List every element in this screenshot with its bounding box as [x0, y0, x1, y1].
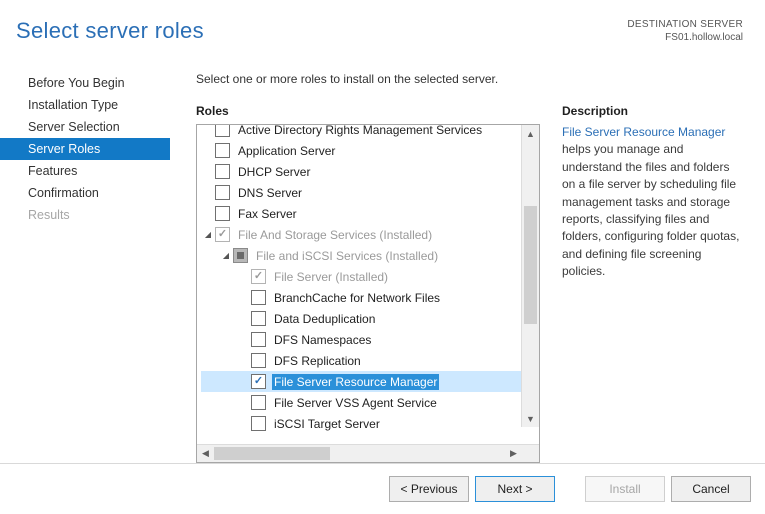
role-item[interactable]: iSCSI Target Server [201, 413, 539, 434]
role-checkbox[interactable] [233, 248, 248, 263]
wizard-nav: Before You BeginInstallation TypeServer … [0, 72, 170, 463]
next-button[interactable]: Next > [475, 476, 555, 502]
nav-item-results: Results [0, 204, 170, 226]
nav-item-server-selection[interactable]: Server Selection [0, 116, 170, 138]
role-item[interactable]: Active Directory Rights Management Servi… [201, 125, 539, 140]
role-checkbox[interactable] [215, 164, 230, 179]
vertical-scroll-thumb[interactable] [524, 206, 537, 324]
role-label[interactable]: DNS Server [236, 185, 304, 201]
cancel-button[interactable]: Cancel [671, 476, 751, 502]
role-item[interactable]: ◢ File and iSCSI Services (Installed) [201, 245, 539, 266]
wizard-footer: < Previous Next > Install Cancel [0, 463, 765, 514]
roles-tree[interactable]: Active Directory Rights Management Servi… [196, 124, 540, 463]
nav-item-features[interactable]: Features [0, 160, 170, 182]
role-item[interactable]: Data Deduplication [201, 308, 539, 329]
destination-server: DESTINATION SERVER FS01.hollow.local [627, 18, 743, 44]
role-checkbox[interactable] [215, 206, 230, 221]
intro-text: Select one or more roles to install on t… [196, 72, 745, 86]
collapse-toggle-icon[interactable]: ◢ [201, 230, 215, 239]
role-label[interactable]: File Server (Installed) [272, 269, 390, 285]
role-checkbox[interactable] [251, 416, 266, 431]
role-item[interactable]: DHCP Server [201, 161, 539, 182]
role-label[interactable]: Fax Server [236, 206, 299, 222]
destination-server-value: FS01.hollow.local [627, 31, 743, 44]
role-item[interactable]: DFS Replication [201, 350, 539, 371]
role-item[interactable]: File Server VSS Agent Service [201, 392, 539, 413]
role-label[interactable]: DFS Replication [272, 353, 363, 369]
description-link: File Server Resource Manager [562, 125, 725, 139]
role-label[interactable]: Active Directory Rights Management Servi… [236, 125, 484, 138]
destination-server-label: DESTINATION SERVER [627, 18, 743, 31]
role-item[interactable]: Fax Server [201, 203, 539, 224]
role-checkbox[interactable] [251, 395, 266, 410]
scroll-right-button[interactable]: ▶ [505, 445, 522, 462]
description-header: Description [562, 104, 745, 118]
role-label[interactable]: DHCP Server [236, 164, 312, 180]
horizontal-scroll-thumb[interactable] [214, 447, 330, 460]
role-checkbox[interactable] [215, 185, 230, 200]
role-checkbox[interactable] [251, 332, 266, 347]
nav-item-server-roles[interactable]: Server Roles [0, 138, 170, 160]
role-checkbox[interactable] [215, 143, 230, 158]
role-checkbox [215, 227, 230, 242]
role-item[interactable]: DFS Namespaces [201, 329, 539, 350]
role-checkbox[interactable] [251, 353, 266, 368]
horizontal-scrollbar[interactable]: ◀ ▶ [197, 444, 539, 462]
role-label[interactable]: DFS Namespaces [272, 332, 373, 348]
nav-item-before-you-begin[interactable]: Before You Begin [0, 72, 170, 94]
role-label[interactable]: File Server Resource Manager [272, 374, 439, 390]
role-label[interactable]: Application Server [236, 143, 337, 159]
role-item[interactable]: BranchCache for Network Files [201, 287, 539, 308]
role-checkbox[interactable] [251, 374, 266, 389]
role-item[interactable]: DNS Server [201, 182, 539, 203]
role-checkbox[interactable] [215, 125, 230, 137]
install-button: Install [585, 476, 665, 502]
role-label[interactable]: File And Storage Services (Installed) [236, 227, 434, 243]
description-text: File Server Resource Manager helps you m… [562, 124, 745, 281]
role-label[interactable]: Data Deduplication [272, 311, 377, 327]
role-item[interactable]: ◢ File And Storage Services (Installed) [201, 224, 539, 245]
role-item[interactable]: File Server Resource Manager [201, 371, 539, 392]
role-item[interactable]: Application Server [201, 140, 539, 161]
role-label[interactable]: iSCSI Target Server [272, 416, 382, 432]
role-checkbox[interactable] [251, 311, 266, 326]
description-body: helps you manage and understand the file… [562, 142, 739, 278]
scroll-down-button[interactable]: ▼ [522, 410, 539, 427]
role-label[interactable]: File and iSCSI Services (Installed) [254, 248, 440, 264]
nav-item-installation-type[interactable]: Installation Type [0, 94, 170, 116]
scrollbar-corner [522, 445, 539, 462]
scroll-left-button[interactable]: ◀ [197, 445, 214, 462]
role-checkbox[interactable] [251, 290, 266, 305]
nav-item-confirmation[interactable]: Confirmation [0, 182, 170, 204]
role-item[interactable]: File Server (Installed) [201, 266, 539, 287]
role-checkbox [251, 269, 266, 284]
page-title: Select server roles [16, 18, 204, 44]
scroll-up-button[interactable]: ▲ [522, 125, 539, 142]
role-label[interactable]: BranchCache for Network Files [272, 290, 442, 306]
vertical-scrollbar[interactable]: ▲ ▼ [521, 125, 539, 427]
collapse-toggle-icon[interactable]: ◢ [219, 251, 233, 260]
role-label[interactable]: File Server VSS Agent Service [272, 395, 439, 411]
roles-header: Roles [196, 104, 540, 118]
previous-button[interactable]: < Previous [389, 476, 469, 502]
